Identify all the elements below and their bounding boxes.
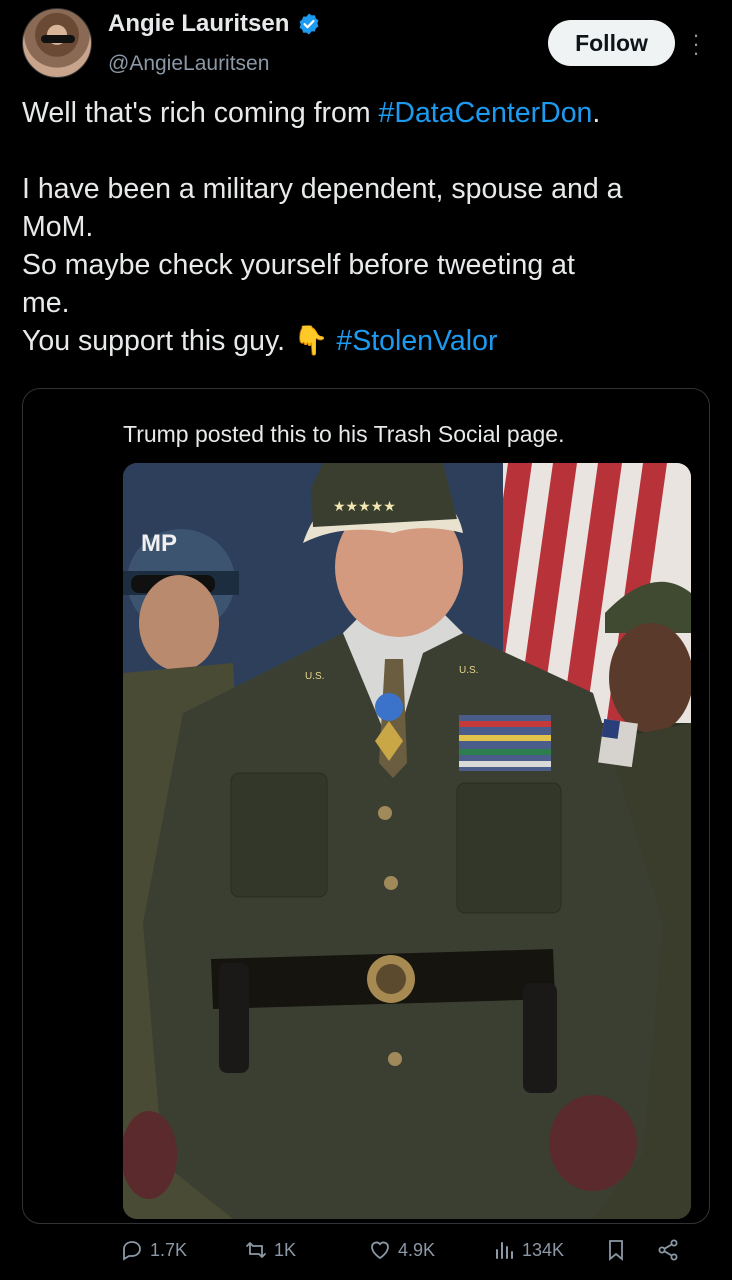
views-action[interactable]: 134K	[492, 1238, 564, 1262]
tweet-text-segment: You support this guy.	[22, 325, 293, 357]
views-count: 134K	[522, 1239, 565, 1260]
cap-stars-label: ★★★★★	[333, 499, 396, 515]
avatar-sunglasses	[41, 35, 75, 43]
repost-action[interactable]: 1K	[244, 1238, 296, 1262]
tweet-body: Well that's rich coming from #DataCenter…	[22, 94, 722, 360]
tweet-line: You support this guy. 👇 #StolenValor	[22, 322, 722, 360]
collar-insignia-right: U.S.	[459, 665, 478, 676]
views-chart-icon	[496, 1242, 513, 1259]
reply-icon	[123, 1241, 141, 1261]
follow-button[interactable]: Follow	[548, 20, 675, 66]
tweet-line: me.	[22, 287, 70, 319]
quoted-media-card[interactable]: Trump posted this to his Trash Social pa…	[22, 388, 710, 1224]
photo-illustration: MP ★★★★★ U.S. U.S.	[123, 463, 691, 1219]
tweet-header: Angie Lauritsen @AngieLauritsen Follow ·…	[0, 0, 732, 88]
like-action[interactable]: 4.9K	[368, 1238, 435, 1262]
tweet-line: Well that's rich coming from #DataCenter…	[22, 94, 722, 132]
verified-badge-icon	[299, 13, 319, 35]
repost-icon	[246, 1242, 266, 1258]
bookmark-icon	[609, 1240, 623, 1261]
tweet-line: MoM.	[22, 211, 94, 243]
share-icon	[658, 1239, 678, 1261]
collar-insignia-left: U.S.	[305, 671, 324, 682]
more-options-icon[interactable]: · · ·	[688, 24, 704, 64]
tweet-text-segment: .	[592, 97, 601, 129]
quoted-caption: Trump posted this to his Trash Social pa…	[123, 421, 565, 447]
tweet-action-bar: 1.7K 1K 4.9K 134K	[0, 1232, 732, 1272]
pointing-down-emoji-icon: 👇	[292, 325, 329, 357]
reply-count: 1.7K	[150, 1239, 188, 1260]
tweet-line: I have been a military dependent, spouse…	[22, 173, 623, 205]
repost-count: 1K	[274, 1239, 297, 1260]
heart-icon	[371, 1241, 389, 1260]
tweet-text-segment: Well that's rich coming from	[22, 97, 379, 129]
author-avatar[interactable]	[22, 8, 92, 78]
author-display-name[interactable]: Angie Lauritsen	[108, 10, 289, 38]
reply-action[interactable]: 1.7K	[120, 1238, 187, 1262]
bookmark-action[interactable]	[604, 1238, 628, 1262]
hashtag-link[interactable]: #StolenValor	[336, 325, 497, 357]
author-handle[interactable]: @AngieLauritsen	[108, 52, 269, 76]
author-name-row: Angie Lauritsen	[108, 10, 321, 38]
like-count: 4.9K	[398, 1239, 436, 1260]
tweet-line: So maybe check yourself before tweeting …	[22, 249, 575, 281]
mp-helmet-label: MP	[141, 530, 177, 557]
quoted-photo[interactable]: MP ★★★★★ U.S. U.S.	[123, 463, 691, 1219]
share-action[interactable]	[656, 1238, 680, 1262]
hashtag-link[interactable]: #DataCenterDon	[379, 97, 593, 129]
